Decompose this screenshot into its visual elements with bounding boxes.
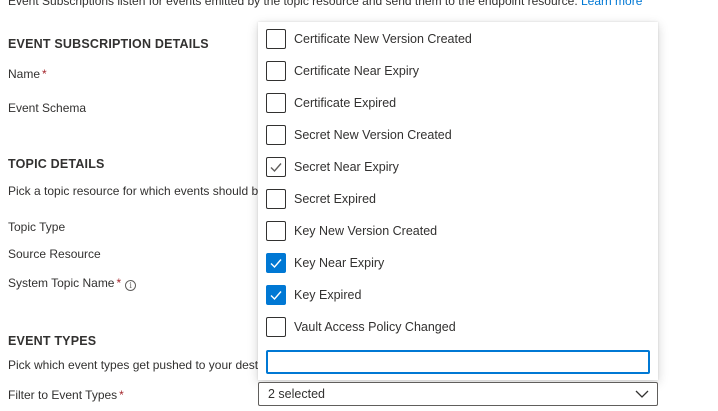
event-type-option[interactable]: Secret Near Expiry (258, 151, 658, 183)
required-marker: * (116, 276, 122, 290)
event-types-dropdown-panel: Certificate New Version Created Certifica… (258, 22, 658, 380)
event-types-title: EVENT TYPES (8, 334, 97, 348)
topic-details-description: Pick a topic resource for which events s… (8, 184, 265, 198)
event-type-option-label: Secret New Version Created (294, 128, 452, 142)
info-icon[interactable]: i (125, 280, 137, 291)
name-label-text: Name (8, 67, 41, 81)
event-types-description: Pick which event types get pushed to you… (8, 358, 259, 372)
event-type-option[interactable]: Secret New Version Created (258, 119, 658, 151)
event-type-option[interactable]: Certificate Expired (258, 87, 658, 119)
event-type-option-label: Certificate Expired (294, 96, 397, 110)
source-resource-label: Source Resource (8, 247, 101, 261)
event-type-option[interactable]: Certificate New Version Created (258, 23, 658, 55)
chevron-down-icon (635, 390, 649, 398)
event-type-option[interactable]: Key Expired (258, 279, 658, 311)
event-subscription-details-title: EVENT SUBSCRIPTION DETAILS (8, 37, 209, 51)
event-type-option[interactable]: Certificate Near Expiry (258, 55, 658, 87)
event-type-option-label: Key Near Expiry (294, 256, 385, 270)
checkbox[interactable] (266, 189, 286, 209)
filter-event-types-label: Filter to Event Types * (8, 388, 124, 402)
checkbox[interactable] (266, 93, 286, 113)
event-type-option-label: Certificate New Version Created (294, 32, 472, 46)
event-type-option[interactable]: Secret Expired (258, 183, 658, 215)
event-type-option[interactable]: Vault Access Policy Changed (258, 311, 658, 343)
checkbox[interactable] (266, 125, 286, 145)
checkmark-icon (270, 259, 282, 269)
event-schema-label: Event Schema (8, 101, 87, 115)
filter-event-types-text: Filter to Event Types (8, 388, 118, 402)
event-types-filter-input[interactable] (266, 350, 650, 374)
system-topic-name-text: System Topic Name (8, 276, 115, 290)
event-type-option-label: Vault Access Policy Changed (294, 320, 456, 334)
intro-description: Event Subscriptions listen for events em… (8, 0, 578, 8)
checkbox[interactable] (266, 61, 286, 81)
topic-details-title: TOPIC DETAILS (8, 157, 105, 171)
event-type-option-label: Key New Version Created (294, 224, 438, 238)
checkbox-checked[interactable] (266, 285, 286, 305)
required-marker: * (42, 67, 47, 81)
required-marker: * (119, 388, 124, 402)
event-type-option-label: Certificate Near Expiry (294, 64, 420, 78)
intro-text: Event Subscriptions listen for events em… (8, 0, 642, 8)
event-type-option-label: Secret Expired (294, 192, 376, 206)
event-type-option-label: Secret Near Expiry (294, 160, 399, 174)
learn-more-link[interactable]: Learn more (581, 0, 642, 8)
event-type-option-label: Key Expired (294, 288, 362, 302)
checkmark-icon (270, 291, 282, 301)
checkbox[interactable] (266, 29, 286, 49)
system-topic-name-label: System Topic Name * i (8, 276, 137, 291)
checkbox[interactable] (266, 317, 286, 337)
checkmark-icon (270, 163, 282, 173)
checkbox[interactable] (266, 157, 286, 177)
checkbox-checked[interactable] (266, 253, 286, 273)
event-type-option[interactable]: Key Near Expiry (258, 247, 658, 279)
event-type-option[interactable]: Key New Version Created (258, 215, 658, 247)
topic-type-label: Topic Type (8, 220, 66, 234)
event-types-combobox[interactable]: 2 selected (258, 382, 658, 406)
checkbox[interactable] (266, 221, 286, 241)
name-label: Name * (8, 67, 47, 81)
combobox-selected-text: 2 selected (268, 387, 325, 401)
